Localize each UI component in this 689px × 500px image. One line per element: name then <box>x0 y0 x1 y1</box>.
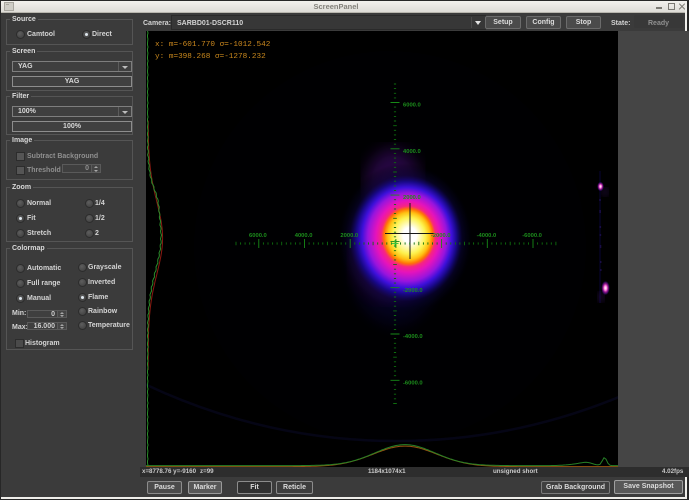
svg-text:y: m=398.268 σ=-1278.232: y: m=398.268 σ=-1278.232 <box>155 53 266 61</box>
svg-text:2000.0: 2000.0 <box>403 195 421 201</box>
svg-text:2000.0: 2000.0 <box>340 233 358 239</box>
svg-text:-6000.0: -6000.0 <box>403 380 423 386</box>
svg-text:-4000.0: -4000.0 <box>477 233 497 239</box>
svg-text:4000.0: 4000.0 <box>403 149 421 155</box>
svg-text:6000.0: 6000.0 <box>249 233 267 239</box>
svg-text:6000.0: 6000.0 <box>403 103 421 109</box>
svg-text:-6000.0: -6000.0 <box>522 233 542 239</box>
svg-text:-2000.0: -2000.0 <box>431 233 451 239</box>
svg-text:x: m=-601.770 σ=-1012.542: x: m=-601.770 σ=-1012.542 <box>155 41 271 49</box>
svg-text:4000.0: 4000.0 <box>295 233 313 239</box>
svg-text:-2000.0: -2000.0 <box>403 288 423 294</box>
svg-text:-4000.0: -4000.0 <box>403 334 423 340</box>
